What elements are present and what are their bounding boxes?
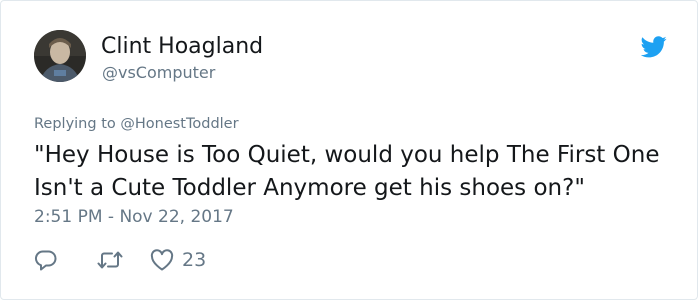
heart-icon	[150, 249, 174, 271]
avatar[interactable]	[34, 30, 86, 82]
replying-label: Replying to	[34, 116, 121, 132]
avatar-image	[34, 30, 86, 82]
replying-to-mention[interactable]: @HonestToddler	[120, 116, 238, 132]
reply-icon	[35, 250, 57, 271]
reply-button[interactable]	[34, 248, 58, 272]
author-name[interactable]: Clint Hoagland	[101, 34, 263, 59]
retweet-icon	[97, 251, 123, 269]
tweet-actions: 23	[34, 247, 206, 273]
like-count: 23	[182, 249, 207, 271]
like-button[interactable]: 23	[150, 249, 206, 271]
author-handle[interactable]: @vsComputer	[102, 63, 215, 82]
twitter-bird-icon[interactable]	[640, 36, 667, 58]
tweet-text: "Hey House is Too Quiet, would you help …	[34, 142, 660, 201]
retweet-button[interactable]	[96, 248, 124, 272]
replying-to: Replying to @HonestToddler	[34, 116, 239, 132]
tweet-timestamp[interactable]: 2:51 PM - Nov 22, 2017	[34, 207, 234, 227]
tweet-card: Clint Hoagland @vsComputer Replying to @…	[0, 0, 698, 300]
